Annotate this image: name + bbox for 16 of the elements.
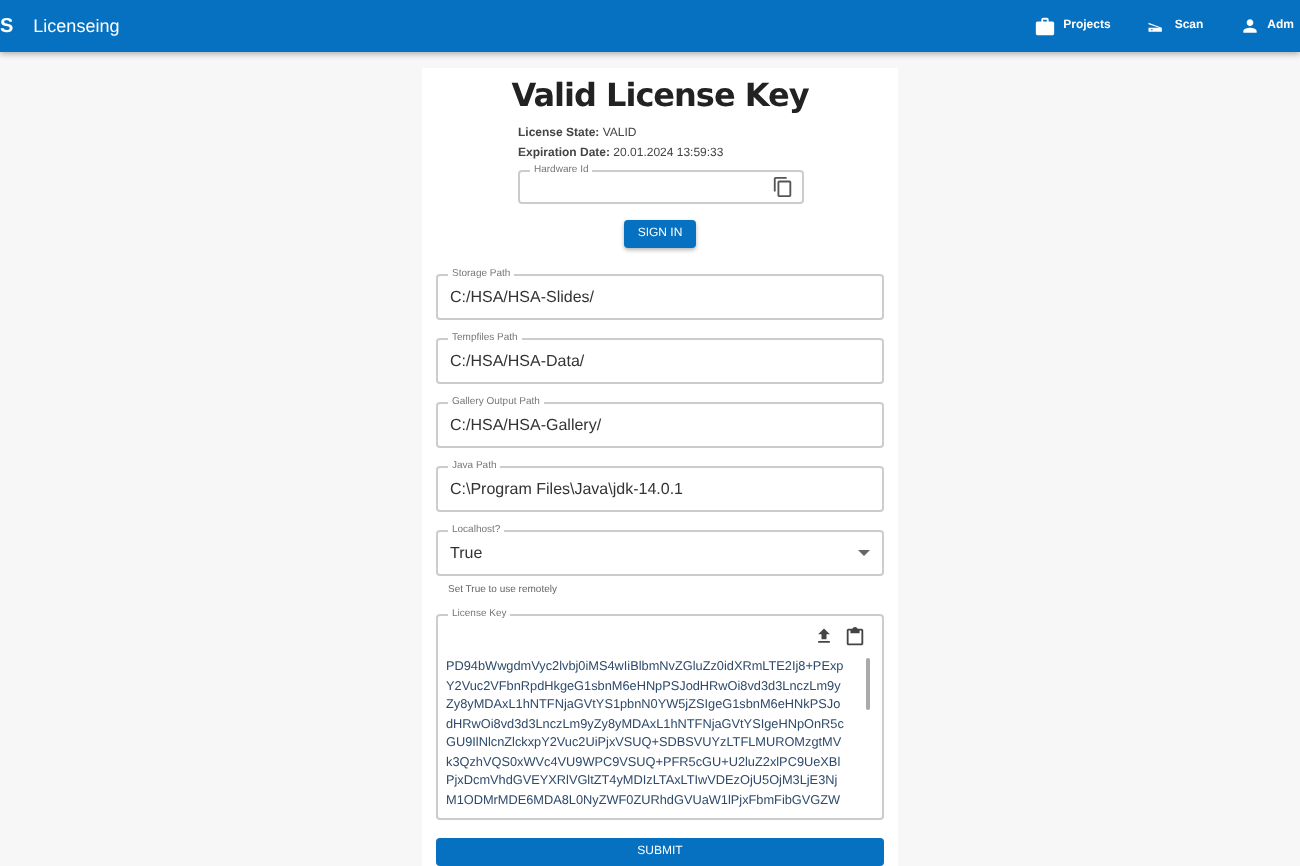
page-heading: Valid License Key bbox=[509, 76, 811, 116]
field-value: C:/HSA/HSA-Gallery/ bbox=[450, 416, 604, 434]
license-key-field[interactable] bbox=[436, 614, 884, 820]
briefcase-icon bbox=[1033, 15, 1056, 37]
scrollbar bbox=[866, 658, 870, 710]
app-logo: S bbox=[0, 15, 14, 37]
app-title: Licenseing bbox=[33, 16, 120, 36]
person-icon bbox=[1239, 16, 1260, 36]
clipboard-icon[interactable] bbox=[844, 626, 866, 648]
copy-icon[interactable] bbox=[772, 176, 794, 198]
dropdown-caret-icon bbox=[858, 550, 870, 556]
upload-icon[interactable] bbox=[814, 626, 834, 646]
field-value: C:/HSA/HSA-Slides/ bbox=[450, 288, 597, 306]
field-value: C:/HSA/HSA-Data/ bbox=[450, 352, 587, 370]
field-value: C:\Program Files\Java\jdk-14.0.1 bbox=[450, 480, 685, 498]
field-value: True bbox=[450, 544, 485, 562]
